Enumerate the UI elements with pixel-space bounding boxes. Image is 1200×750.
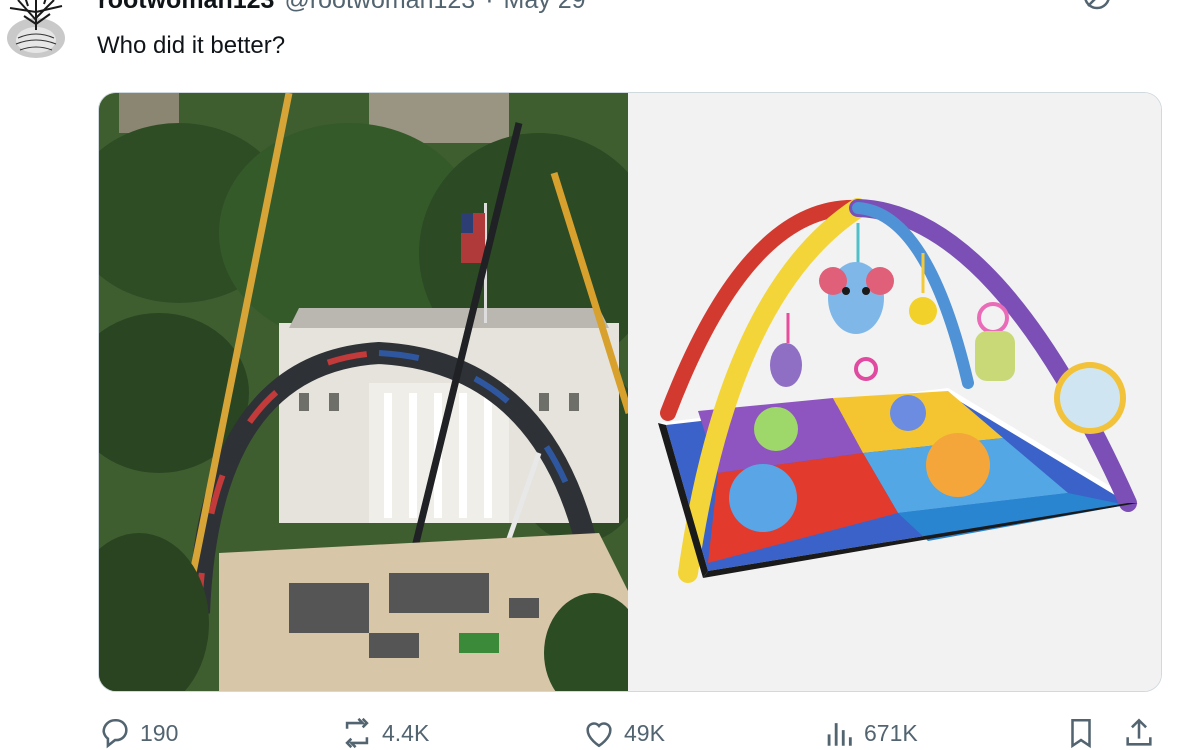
post-date[interactable]: May 29 (504, 0, 586, 15)
grok-icon[interactable] (1080, 0, 1114, 25)
heart-icon (586, 722, 612, 748)
tweet-text: Who did it better? (97, 32, 286, 59)
like-count: 49K (624, 719, 665, 746)
top-actions (1080, 0, 1178, 25)
baby-play-gym-photo[interactable] (628, 93, 1161, 691)
white-house-photo[interactable] (99, 93, 629, 691)
views-count: 671K (864, 719, 918, 746)
tweet-actions-bar: 190 4.4K 49K 671K (98, 716, 1168, 750)
tweet-media[interactable] (98, 92, 1162, 692)
display-name[interactable]: rootwoman123 (98, 0, 274, 15)
bookmark-icon (1071, 718, 1091, 749)
views-button[interactable]: 671K (822, 716, 918, 750)
more-options-icon[interactable] (1148, 0, 1178, 18)
repost-button[interactable]: 4.4K (340, 716, 429, 750)
tweet-header: rootwoman123 @rootwoman123 · May 29 (98, 0, 586, 16)
share-icon (1126, 718, 1152, 746)
reply-button[interactable]: 190 (98, 716, 178, 750)
separator-dot: · (485, 0, 494, 14)
avatar[interactable] (4, 0, 68, 62)
reply-icon (102, 718, 128, 749)
repost-icon (345, 717, 369, 749)
repost-count: 4.4K (382, 719, 430, 746)
bookmark-button[interactable] (1064, 716, 1098, 750)
reply-count: 190 (140, 719, 179, 746)
user-handle[interactable]: @rootwoman123 (284, 0, 475, 15)
share-button[interactable] (1122, 716, 1156, 750)
views-chart-icon (827, 723, 852, 746)
like-button[interactable]: 49K (582, 716, 665, 750)
